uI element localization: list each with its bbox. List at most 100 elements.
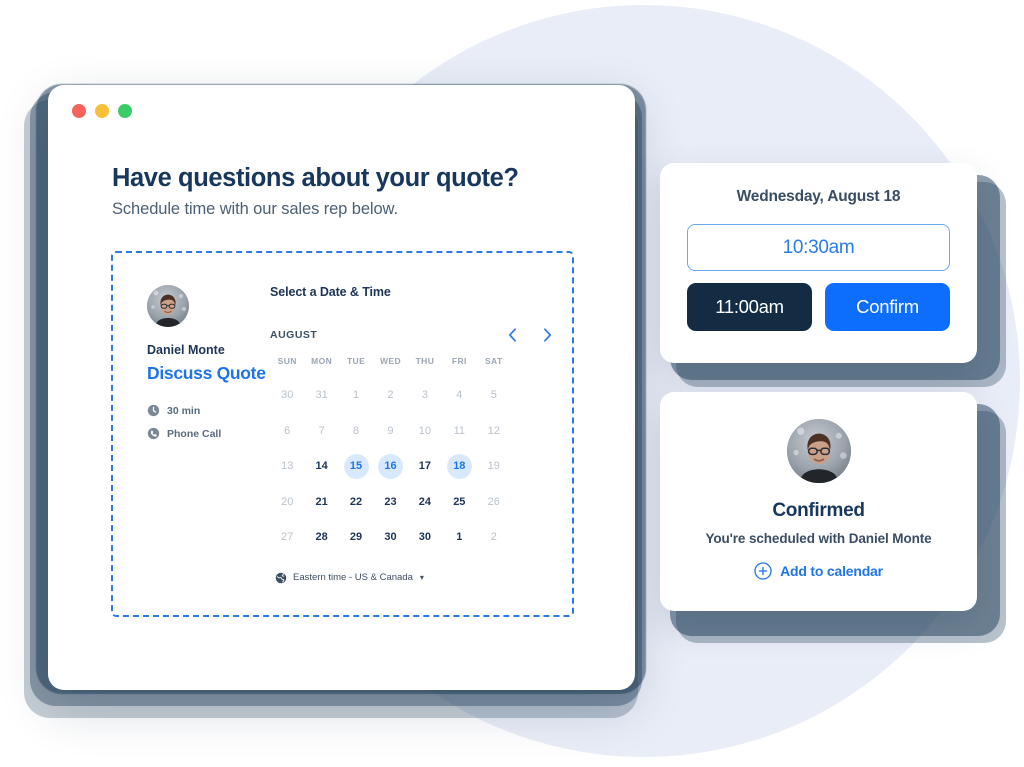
calendar-cell: 26 [477,484,511,520]
calendar-cell: 17 [408,448,442,484]
calendar-cell: 2 [373,377,407,413]
event-meta-list: 30 min Phone Call [147,404,270,440]
calendar-day-10-r1c4: 10 [418,424,432,437]
calendar-day-29-r4c2[interactable]: 29 [344,525,369,550]
calendar-cell: 7 [304,413,338,449]
calendar-cell: 21 [304,484,338,520]
chevron-right-icon[interactable] [541,327,554,343]
calendar-day-24-r3c4[interactable]: 24 [412,489,437,514]
calendar-cell: 5 [477,377,511,413]
calendar-cell: 1 [339,377,373,413]
calendar-cell: 2 [477,519,511,555]
minimize-window-button[interactable] [95,104,109,118]
calendar-day-4-r0c5: 4 [456,389,463,402]
calendar-day-3-r0c4: 3 [421,389,428,402]
calendar-day-26-r3c6: 26 [487,495,500,508]
time-selection-card: Wednesday, August 18 10:30am 11:00am Con… [660,163,977,363]
calendar-cell: 13 [270,448,304,484]
calendar-body: 30 31 1 2 3 4 5 6 7 8 9 10 11 12 13 14 15 16 17 18 19 20 21 22 2… [270,377,511,555]
chevron-down-icon: ▾ [419,573,424,583]
calendar-weekday-header: SUN MON TUE WED THU FRI SAT [270,356,511,377]
calendar-cell: 19 [477,448,511,484]
calendar-cell: 22 [339,484,373,520]
calendar-day-23-r3c3[interactable]: 23 [378,489,403,514]
calendar-weekday-sat: SAT [484,356,503,367]
scheduler-embed-region: Daniel Monte Discuss Quote 30 min Phone … [111,251,574,618]
window-content: Have questions about your quote? Schedul… [48,137,635,618]
calendar-weekday-sun: SUN [277,356,297,367]
calendar-cell: 15 [339,448,373,484]
calendar-cell: 25 [442,484,476,520]
calendar-day-30-r0c0: 30 [281,389,294,402]
confirmation-card: Confirmed You're scheduled with Daniel M… [660,392,977,611]
plus-circle-icon [754,562,772,580]
selected-date-label: Wednesday, August 18 [736,188,901,205]
clock-icon [147,405,160,417]
calendar-day-30-r4c3[interactable]: 30 [378,525,403,550]
confirm-button[interactable]: Confirm [825,283,950,331]
calendar-day-13-r2c0: 13 [281,460,294,473]
calendar-day-12-r1c6: 12 [487,424,500,437]
host-details-column: Daniel Monte Discuss Quote 30 min Phone … [113,275,270,615]
time-slot-1030am[interactable]: 10:30am [687,224,950,271]
calendar-day-14-r2c1[interactable]: 14 [309,454,334,479]
time-slot-1100am[interactable]: 11:00am [687,283,812,331]
confirmation-subtitle: You're scheduled with Daniel Monte [705,531,932,546]
calendar-day-5-r0c6: 5 [490,389,497,402]
calendar-cell: 4 [442,377,476,413]
calendar-cell: 30 [408,519,442,555]
calendar-cell: 31 [304,377,338,413]
calendar-day-11-r1c5: 11 [453,424,466,437]
avatar [786,419,851,483]
calendar-cell: 12 [477,413,511,449]
calendar-day-15-r2c2[interactable]: 15 [343,453,369,479]
calendar-cell: 23 [373,484,407,520]
calendar-day-28-r4c1[interactable]: 28 [309,525,334,550]
calendar-cell: 9 [373,413,407,449]
calendar-day-22-r3c2[interactable]: 22 [344,489,369,514]
event-duration-label: 30 min [167,404,201,417]
event-type-row: Phone Call [147,427,270,440]
avatar [147,285,189,328]
calendar-cell: 10 [408,413,442,449]
calendar-day-16-r2c3[interactable]: 16 [377,453,403,479]
page-title: Have questions about your quote? [112,164,519,192]
calendar-day-7-r1c1: 7 [318,424,325,437]
calendar-week-row: 30 31 1 2 3 4 5 [270,377,511,413]
calendar-cell: 29 [339,519,373,555]
avatar-photo-icon [786,419,851,483]
calendar-weekday-thu: THU [415,356,435,367]
avatar-photo-icon [147,285,189,328]
calendar-cell: 11 [442,413,476,449]
calendar-day-2-r0c3: 2 [387,389,394,402]
close-window-button[interactable] [72,104,86,118]
calendar-cell: 16 [373,448,407,484]
calendar-grid: SUN MON TUE WED THU FRI SAT 30 31 1 2 3 4 5 6 7 8 9 10 11 1… [270,356,511,555]
chevron-left-icon[interactable] [506,327,519,343]
calendar-month-label: AUGUST [270,329,318,342]
calendar-day-31-r0c1: 31 [315,389,328,402]
calendar-cell: 24 [408,484,442,520]
calendar-day-18-r2c5[interactable]: 18 [446,453,472,479]
calendar-day-17-r2c4[interactable]: 17 [412,454,437,479]
calendar-navigation [506,327,554,343]
calendar-day-27-r4c0: 27 [281,531,294,544]
calendar-day-6-r1c0: 6 [284,424,291,437]
calendar-week-row: 20 21 22 23 24 25 26 [270,484,511,520]
add-to-calendar-button[interactable]: Add to calendar [754,562,883,580]
calendar-day-30-r4c4[interactable]: 30 [412,525,437,550]
calendar-column: Select a Date & Time AUGUST SUN MON TUE … [270,275,572,615]
calendar-cell: 30 [270,377,304,413]
calendar-day-9-r1c3: 9 [387,424,394,437]
calendar-day-1-r4c5[interactable]: 1 [447,525,472,550]
globe-icon [275,572,287,584]
timezone-selector[interactable]: Eastern time - US & Canada ▾ [270,572,560,584]
maximize-window-button[interactable] [118,104,132,118]
calendar-day-2-r4c6: 2 [490,531,497,544]
calendar-cell: 18 [442,448,476,484]
calendar-cell: 30 [373,519,407,555]
calendar-day-21-r3c1[interactable]: 21 [309,489,334,514]
calendar-day-25-r3c5[interactable]: 25 [447,489,472,514]
time-slot-action-row: 11:00am Confirm [687,283,950,331]
screenshot-stage: Have questions about your quote? Schedul… [0,0,1024,767]
